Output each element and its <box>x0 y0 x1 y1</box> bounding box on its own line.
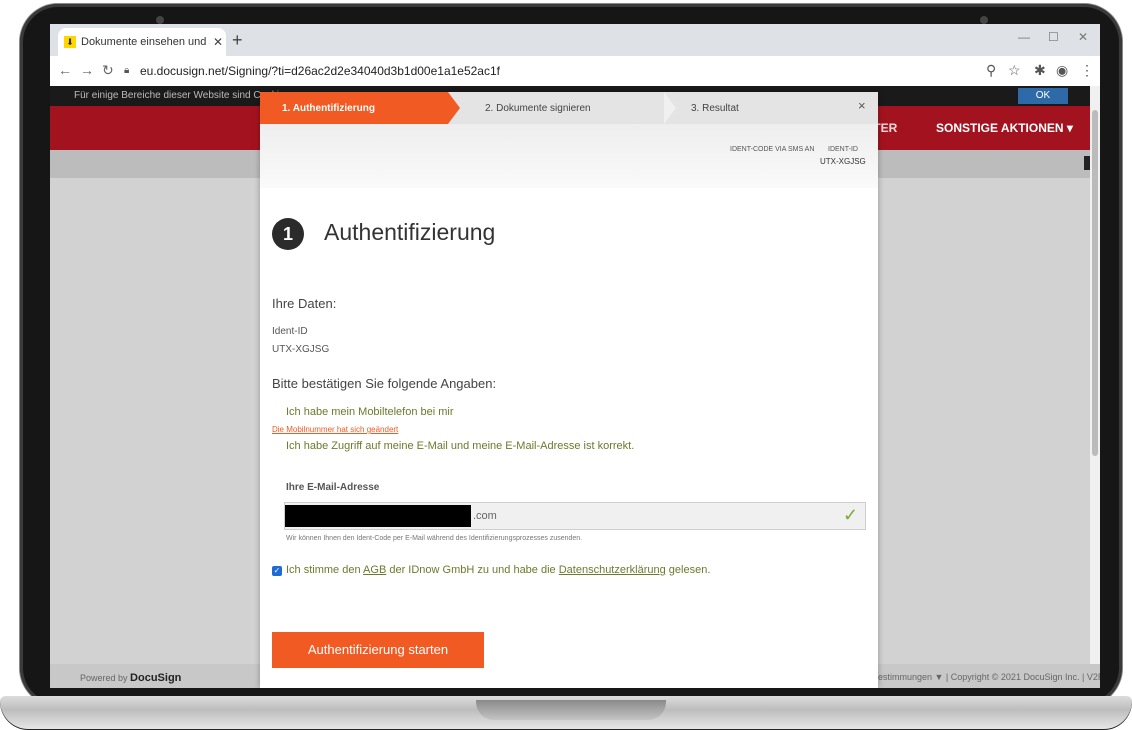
laptop-notch <box>476 700 666 720</box>
profile-icon[interactable]: ◉ <box>1056 62 1068 79</box>
step-authentication: 1. Authentifizierung <box>260 92 460 124</box>
ident-modal: 1. Authentifizierung 2. Dokumente signie… <box>260 92 878 688</box>
option-email[interactable]: Ich habe Zugriff auf meine E-Mail und me… <box>286 440 634 452</box>
minimize-icon[interactable]: — <box>1018 30 1030 44</box>
lock-icon: 🔒︎ <box>124 65 130 76</box>
cookie-text: Für einige Bereiche dieser Website sind … <box>74 90 290 101</box>
page-title: Authentifizierung <box>324 219 496 245</box>
camera-dot-icon <box>980 16 988 24</box>
cookie-ok-button[interactable]: OK <box>1018 88 1068 104</box>
tab-title: Dokumente einsehen und signie <box>81 36 210 48</box>
page-scrollbar-thumb[interactable] <box>1092 110 1098 456</box>
other-actions-menu[interactable]: SONSTIGE AKTIONEN ▾ <box>936 121 1073 135</box>
tab-close-button[interactable]: ✕ <box>210 35 226 49</box>
download-icon: ⬇ <box>64 36 76 48</box>
url-field[interactable]: eu.docusign.net/Signing/?ti=d26ac2d2e340… <box>140 64 500 78</box>
footer-legal: estimmungen ▼ | Copyright © 2021 DocuSig… <box>878 672 1100 682</box>
number-changed-link[interactable]: Die Mobilnummer hat sich geändert <box>272 425 398 434</box>
modal-close-button[interactable]: × <box>858 98 866 113</box>
your-data-heading: Ihre Daten: <box>272 296 337 311</box>
new-tab-button[interactable]: + <box>232 30 243 51</box>
checkmark-icon: ✓ <box>843 505 859 525</box>
email-label: Ihre E-Mail-Adresse <box>286 482 380 493</box>
extensions-icon[interactable]: ✱ <box>1034 62 1046 79</box>
address-bar: ← → ↻ 🔒︎ eu.docusign.net/Signing/?ti=d26… <box>50 56 1100 87</box>
step-separator <box>664 92 676 124</box>
email-hint: Wir können Ihnen den Ident-Code per E-Ma… <box>286 535 583 542</box>
redacted-email <box>285 505 471 527</box>
camera-dot-icon <box>156 16 164 24</box>
browser-tab-bar: ⬇ Dokumente einsehen und signie ✕ + — ☐ … <box>50 24 1100 56</box>
email-suffix: .com <box>473 510 497 522</box>
back-icon[interactable]: ← <box>58 62 72 78</box>
confirm-prompt: Bitte bestätigen Sie folgende Angaben: <box>272 376 497 391</box>
terms-text: Ich stimme den AGB der IDnow GmbH zu und… <box>286 564 711 576</box>
browser-tab[interactable]: ⬇ Dokumente einsehen und signie ✕ <box>58 28 226 56</box>
step-result: 3. Resultat <box>691 103 739 114</box>
ident-header: IDENT-CODE VIA SMS AN IDENT-ID UTX-XGJSG <box>260 124 878 188</box>
privacy-link[interactable]: Datenschutzerklärung <box>559 564 666 576</box>
ident-value: UTX-XGJSG <box>272 344 330 355</box>
agb-link[interactable]: AGB <box>363 564 386 576</box>
ident-id-value: UTX-XGJSG <box>820 157 866 166</box>
menu-icon[interactable]: ⋮ <box>1080 62 1094 79</box>
step-indicator: 1. Authentifizierung 2. Dokumente signie… <box>260 92 878 124</box>
star-icon[interactable]: ☆ <box>1008 62 1021 79</box>
screen: ⬇ Dokumente einsehen und signie ✕ + — ☐ … <box>50 24 1100 688</box>
ident-id-label: IDENT-ID <box>828 146 858 153</box>
ident-label: Ident-ID <box>272 326 308 337</box>
step-number-badge: 1 <box>272 218 304 250</box>
reload-icon[interactable]: ↻ <box>102 62 114 79</box>
email-input[interactable]: .com ✓ <box>284 502 866 530</box>
maximize-icon[interactable]: ☐ <box>1048 30 1059 44</box>
powered-by: Powered by DocuSign <box>80 672 182 684</box>
close-window-icon[interactable]: ✕ <box>1078 30 1088 44</box>
location-icon[interactable]: ⚲ <box>986 62 996 79</box>
start-authentication-button[interactable]: Authentifizierung starten <box>272 632 484 668</box>
docusign-logo: DocuSign <box>130 672 182 684</box>
sms-label: IDENT-CODE VIA SMS AN <box>730 146 815 153</box>
terms-checkbox[interactable]: ✓ <box>272 566 282 576</box>
forward-icon[interactable]: → <box>80 62 94 78</box>
step-sign-documents: 2. Dokumente signieren <box>485 103 591 114</box>
option-phone[interactable]: Ich habe mein Mobiltelefon bei mir <box>286 406 454 418</box>
